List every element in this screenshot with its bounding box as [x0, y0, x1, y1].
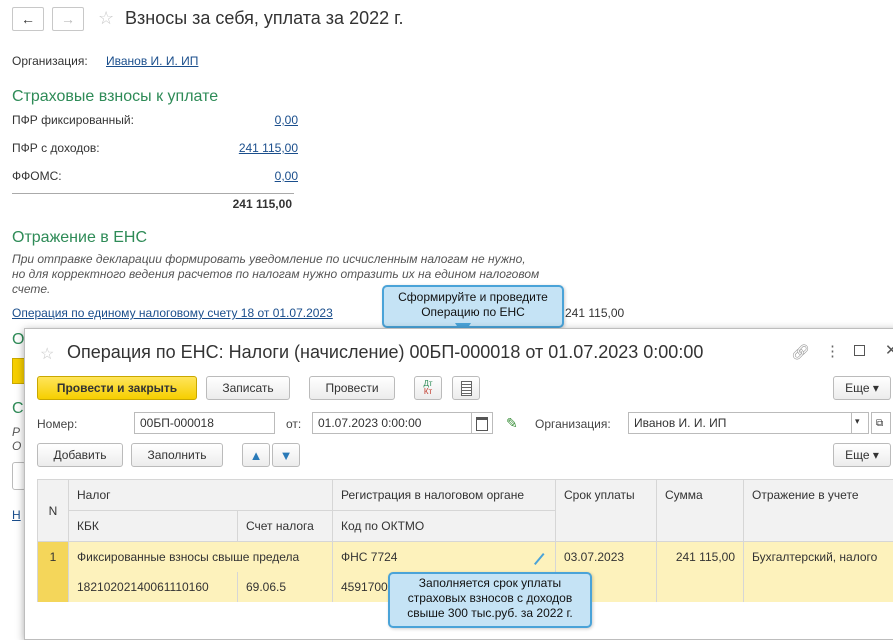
report-button[interactable] — [452, 376, 480, 400]
organization-open-button[interactable]: ⧉ — [871, 412, 891, 434]
favorite-star-icon[interactable]: ☆ — [40, 344, 54, 364]
total-value: 241 115,00 — [200, 197, 292, 211]
arrow-down-icon: ▼ — [280, 448, 293, 463]
dt-kt-button[interactable]: Дт Кт — [414, 376, 442, 400]
back-button[interactable]: ← — [12, 7, 44, 31]
callout-form-operation: Сформируйте и проведите Операцию по ЕНС — [382, 285, 564, 328]
date-label: от: — [286, 417, 301, 431]
calendar-button[interactable] — [471, 412, 493, 434]
total-divider — [12, 193, 294, 194]
document-check-icon[interactable]: ✎ — [506, 415, 518, 432]
hidden-section-fragment-2: С — [12, 400, 24, 418]
ffoms-value[interactable]: 0,00 — [240, 169, 298, 183]
dt-kt-icon-bottom: Кт — [424, 388, 432, 396]
arrow-up-icon: ▲ — [250, 448, 263, 463]
org-link[interactable]: Иванов И. И. ИП — [106, 54, 198, 68]
row-reflection[interactable]: Бухгалтерский, налого — [744, 542, 893, 603]
row-registration[interactable]: ФНС 7724 — [333, 542, 556, 573]
row-kbk[interactable]: 18210202140061110160 — [69, 572, 238, 602]
forward-button[interactable]: → — [52, 7, 84, 31]
organization-dropdown[interactable]: ▾ — [851, 412, 869, 434]
org-label: Организация: — [12, 54, 88, 68]
favorite-star-icon[interactable]: ☆ — [98, 8, 114, 29]
calendar-icon — [476, 417, 488, 431]
col-n-header[interactable]: N — [38, 480, 69, 542]
hidden-link-fragment[interactable]: Н — [12, 508, 21, 522]
page-title: Взносы за себя, уплата за 2022 г. — [125, 8, 403, 29]
col-sum-header[interactable]: Сумма — [657, 480, 744, 542]
link-icon[interactable]: 🔗︎ — [791, 343, 810, 361]
col-registration-header[interactable]: Регистрация в налоговом органе — [333, 480, 556, 511]
col-reflection-header[interactable]: Отражение в учете — [744, 480, 893, 542]
number-field[interactable]: 00БП-000018 — [134, 412, 275, 434]
pfr-income-value[interactable]: 241 115,00 — [210, 141, 298, 155]
pfr-fixed-value[interactable]: 0,00 — [240, 113, 298, 127]
organization-field[interactable]: Иванов И. И. ИП — [628, 412, 852, 434]
table-header-row-1: N Налог Регистрация в налоговом органе С… — [38, 480, 893, 511]
callout-due-date: Заполняется срок уплаты страховых взносо… — [388, 572, 592, 628]
more-button[interactable]: Еще ▾ — [833, 376, 891, 400]
open-icon: ⧉ — [876, 418, 883, 429]
col-kbk-header[interactable]: КБК — [69, 511, 238, 542]
post-and-close-button[interactable]: Провести и закрыть — [37, 376, 197, 400]
more-vertical-icon[interactable]: ⋮ — [825, 342, 840, 360]
save-button[interactable]: Записать — [206, 376, 290, 400]
list-document-icon — [461, 381, 472, 396]
hidden-section-fragment: О — [12, 331, 24, 349]
table-more-button[interactable]: Еще ▾ — [833, 443, 891, 467]
arrow-right-icon: → — [61, 11, 75, 27]
col-tax-header[interactable]: Налог — [69, 480, 333, 511]
number-label: Номер: — [37, 417, 77, 431]
fill-button[interactable]: Заполнить — [131, 443, 223, 467]
post-button[interactable]: Провести — [309, 376, 395, 400]
close-icon[interactable]: ✕ — [885, 341, 893, 359]
pfr-income-label: ПФР с доходов: — [12, 141, 100, 155]
organization-label: Организация: — [535, 417, 611, 431]
col-account-header[interactable]: Счет налога — [238, 511, 333, 542]
window-title: Операция по ЕНС: Налоги (начисление) 00Б… — [67, 342, 703, 363]
col-due-header[interactable]: Срок уплаты — [556, 480, 657, 542]
table-row[interactable]: 1 Фиксированные взносы свыше предела ФНС… — [38, 542, 893, 573]
row-account[interactable]: 69.06.5 — [238, 572, 333, 602]
add-row-button[interactable]: Добавить — [37, 443, 123, 467]
ffoms-label: ФФОМС: — [12, 169, 62, 183]
arrow-left-icon: ← — [21, 11, 35, 27]
row-tax[interactable]: Фиксированные взносы свыше предела — [69, 542, 333, 573]
ens-operation-sum: 241 115,00 — [565, 306, 624, 320]
move-down-button[interactable]: ▼ — [272, 443, 300, 467]
section-insurance-title: Страховые взносы к уплате — [12, 88, 218, 106]
section-ens-title: Отражение в ЕНС — [12, 229, 147, 247]
col-oktmo-header[interactable]: Код по ОКТМО — [333, 511, 556, 542]
pfr-fixed-label: ПФР фиксированный: — [12, 113, 134, 127]
row-number: 1 — [38, 542, 69, 603]
maximize-icon[interactable] — [854, 345, 865, 356]
row-sum[interactable]: 241 115,00 — [657, 542, 744, 603]
hidden-note-fragment: РО — [12, 425, 21, 453]
move-up-button[interactable]: ▲ — [242, 443, 270, 467]
ens-operation-link[interactable]: Операция по единому налоговому счету 18 … — [12, 306, 333, 320]
date-field[interactable]: 01.07.2023 0:00:00 — [312, 412, 472, 434]
chevron-down-icon: ▾ — [855, 416, 860, 426]
